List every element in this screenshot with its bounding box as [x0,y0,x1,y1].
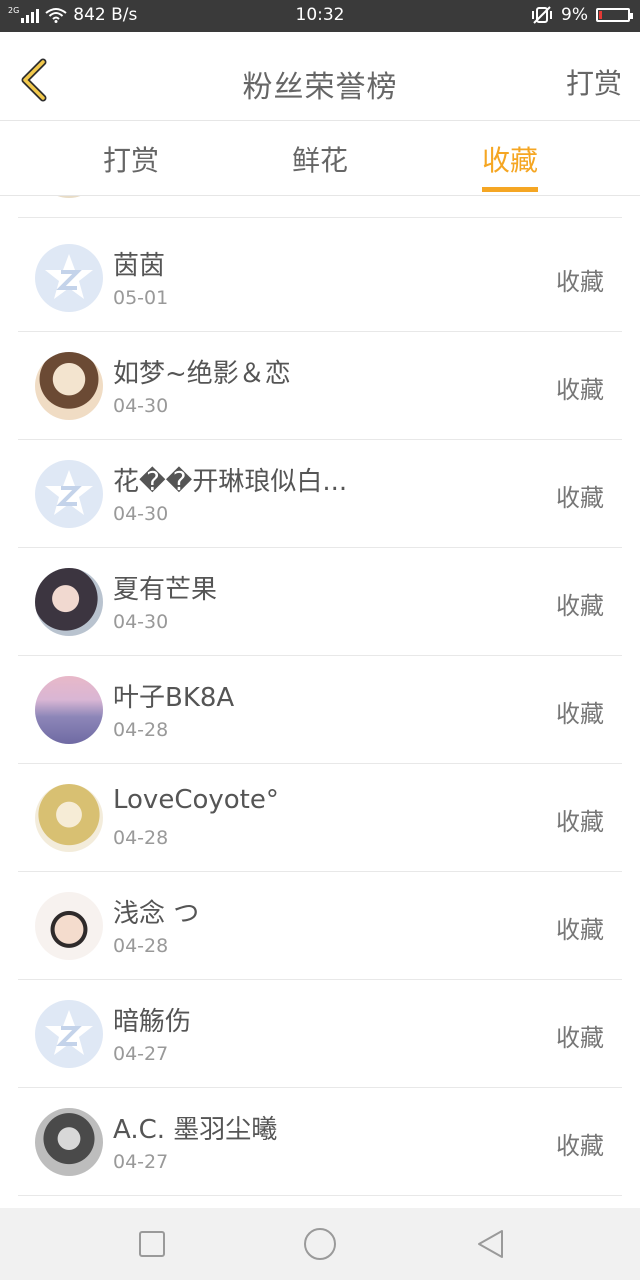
list-item[interactable]: LoveCoyote° 04-28 收藏 [18,764,622,872]
item-date: 04-30 [113,611,169,633]
item-name: LoveCoyote° [113,785,279,815]
favorite-label: 收藏 [556,700,604,728]
item-name: 浅念 つ [113,899,200,929]
avatar [35,568,103,636]
avatar [35,784,103,852]
favorite-label: 收藏 [556,1132,604,1160]
item-date: 04-27 [113,1151,169,1173]
avatar [35,1000,103,1068]
list-item[interactable]: 叶子BK8A 04-28 收藏 [18,656,622,764]
app-header: 粉丝荣誉榜 打赏 [0,32,640,121]
favorite-label: 收藏 [556,1024,604,1052]
tab-reward[interactable]: 打赏 [71,139,191,179]
active-tab-indicator [482,187,538,192]
fan-list[interactable]: 05-01 茵茵 05-01 收藏 如梦~绝影＆恋 04-30 收藏 花��开琳… [0,196,640,1208]
item-date: 04-28 [113,719,169,741]
battery-icon [596,8,633,22]
battery-percent: 9% [561,5,588,25]
tab-favorites[interactable]: 收藏 [450,139,570,192]
reward-button[interactable]: 打赏 [566,62,622,102]
item-name: 叶子BK8A [113,683,235,713]
avatar [35,244,103,312]
default-avatar-icon [45,470,93,515]
item-date: 04-30 [113,395,169,417]
item-name: 如梦~绝影＆恋 [113,359,291,389]
vibrate-mute-icon [532,6,553,24]
tab-reward-label: 打赏 [102,144,159,177]
favorite-label: 收藏 [556,592,604,620]
recent-apps-button[interactable] [136,1228,168,1260]
list-item[interactable]: 茵茵 05-01 收藏 [18,224,622,332]
favorite-label: 收藏 [556,484,604,512]
item-date: 05-01 [113,287,169,309]
list-item[interactable]: 05-01 [18,196,622,218]
tab-bar: 打赏 鲜花 收藏 [0,121,640,196]
default-avatar-icon [45,1010,93,1055]
status-right: 9% [531,5,633,25]
default-avatar-icon [45,254,93,299]
circle-home-icon [304,1228,336,1260]
avatar [35,892,103,960]
avatar [35,352,103,420]
avatar [35,460,103,528]
status-bar: 2G 842 B/s 10:32 9% [0,0,640,32]
item-date: 04-30 [113,503,169,525]
item-date: 04-28 [113,827,169,849]
item-date: 04-27 [113,1043,169,1065]
list-item[interactable]: 浅念 つ 04-28 收藏 [18,872,622,980]
favorite-label: 收藏 [556,376,604,404]
tab-flowers[interactable]: 鲜花 [260,139,380,179]
list-item[interactable]: 暗觞伤 04-27 收藏 [18,980,622,1088]
tab-favorites-label: 收藏 [481,144,538,177]
square-recent-icon [139,1231,165,1257]
list-item[interactable]: 夏有芒果 04-30 收藏 [18,548,622,656]
system-nav-bar [0,1208,640,1280]
list-item[interactable]: A.C. 墨羽尘曦 04-27 收藏 [18,1088,622,1196]
page-title: 粉丝荣誉榜 [242,70,398,105]
home-button[interactable] [302,1226,338,1262]
favorite-label: 收藏 [556,268,604,296]
favorite-label: 收藏 [556,808,604,836]
nav-back-button[interactable] [474,1228,506,1260]
item-name: 暗觞伤 [113,1007,192,1037]
item-name: 茵茵 [113,251,166,281]
avatar [35,1108,103,1176]
item-name: A.C. 墨羽尘曦 [113,1115,278,1145]
avatar [35,196,103,198]
favorite-label: 收藏 [556,916,604,944]
item-date: 04-28 [113,935,169,957]
avatar [35,676,103,744]
list-item[interactable]: 如梦~绝影＆恋 04-30 收藏 [18,332,622,440]
item-name: 花��开琳琅似白... [113,467,348,497]
item-name: 夏有芒果 [113,575,218,605]
triangle-back-icon [478,1230,503,1258]
list-item[interactable]: 花��开琳琅似白... 04-30 收藏 [18,440,622,548]
tab-flowers-label: 鲜花 [291,144,348,177]
